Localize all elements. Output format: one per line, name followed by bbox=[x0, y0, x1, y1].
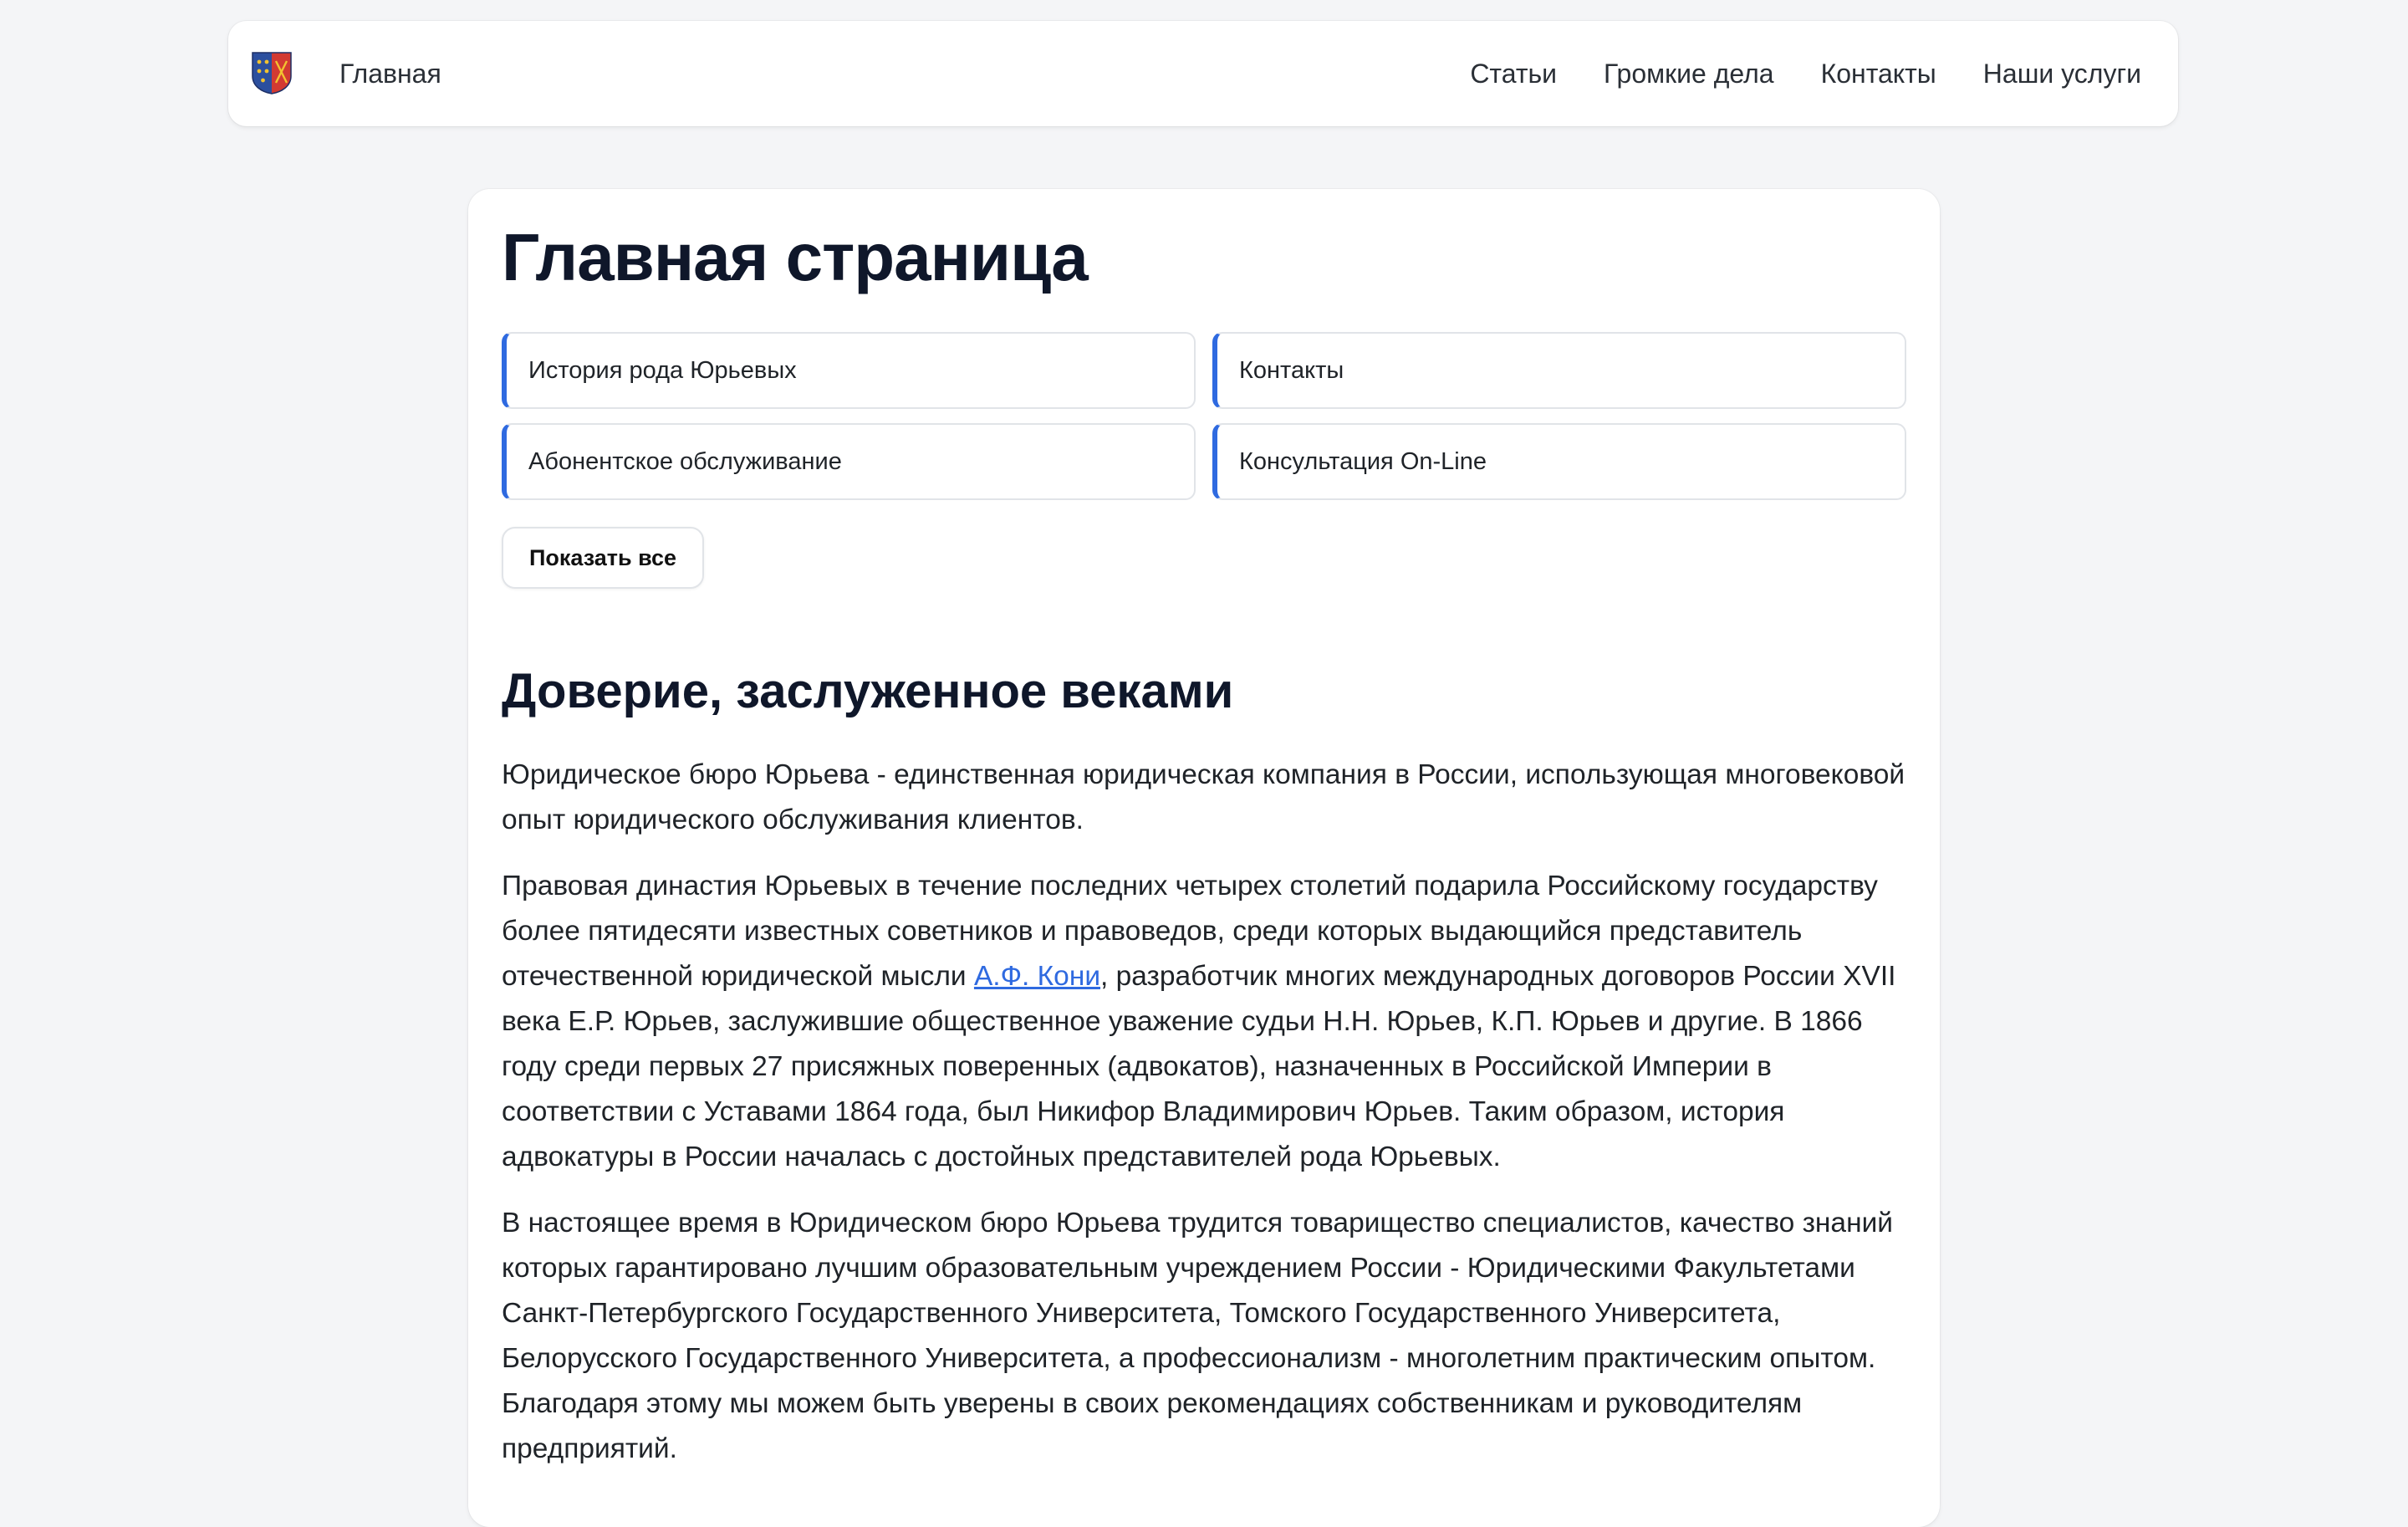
top-navbar: Главная Статьи Громкие дела Контакты Наш… bbox=[228, 21, 2178, 126]
quick-link-contacts[interactable]: Контакты bbox=[1212, 332, 1906, 409]
paragraph-dynasty-text-end: , разработчик многих международных догов… bbox=[502, 961, 1896, 1172]
quick-link-family-history[interactable]: История рода Юрьевых bbox=[502, 332, 1196, 409]
brand-home-link[interactable]: Главная bbox=[339, 21, 441, 126]
nav-link-articles[interactable]: Статьи bbox=[1470, 59, 1557, 89]
page-title: Главная страница bbox=[502, 220, 1089, 294]
paragraph-dynasty: Правовая династия Юрьевых в течение посл… bbox=[502, 864, 1923, 1180]
paragraph-present: В настоящее время в Юридическом бюро Юрь… bbox=[502, 1208, 1893, 1464]
article-body: Юридическое бюро Юрьева - единственная ю… bbox=[502, 753, 1923, 1493]
paragraph-intro: Юридическое бюро Юрьева - единственная ю… bbox=[502, 759, 1905, 835]
coat-of-arms-icon[interactable] bbox=[251, 51, 293, 94]
nav-link-high-profile-cases[interactable]: Громкие дела bbox=[1604, 59, 1774, 89]
quick-link-subscription-service[interactable]: Абонентское обслуживание bbox=[502, 423, 1196, 500]
nav-link-contacts[interactable]: Контакты bbox=[1821, 59, 1936, 89]
main-content-card: Главная страница История рода Юрьевых Ко… bbox=[468, 189, 1940, 1527]
nav-link-services[interactable]: Наши услуги bbox=[1983, 59, 2141, 89]
quick-links-grid: История рода Юрьевых Контакты Абонентско… bbox=[502, 332, 1906, 500]
show-all-button[interactable]: Показать все bbox=[502, 527, 704, 589]
section-heading: Доверие, заслуженное веками bbox=[502, 664, 1234, 718]
koni-link[interactable]: А.Ф. Кони bbox=[974, 961, 1100, 992]
quick-link-online-consultation[interactable]: Консультация On-Line bbox=[1212, 423, 1906, 500]
main-nav: Статьи Громкие дела Контакты Наши услуги bbox=[1470, 21, 2141, 126]
